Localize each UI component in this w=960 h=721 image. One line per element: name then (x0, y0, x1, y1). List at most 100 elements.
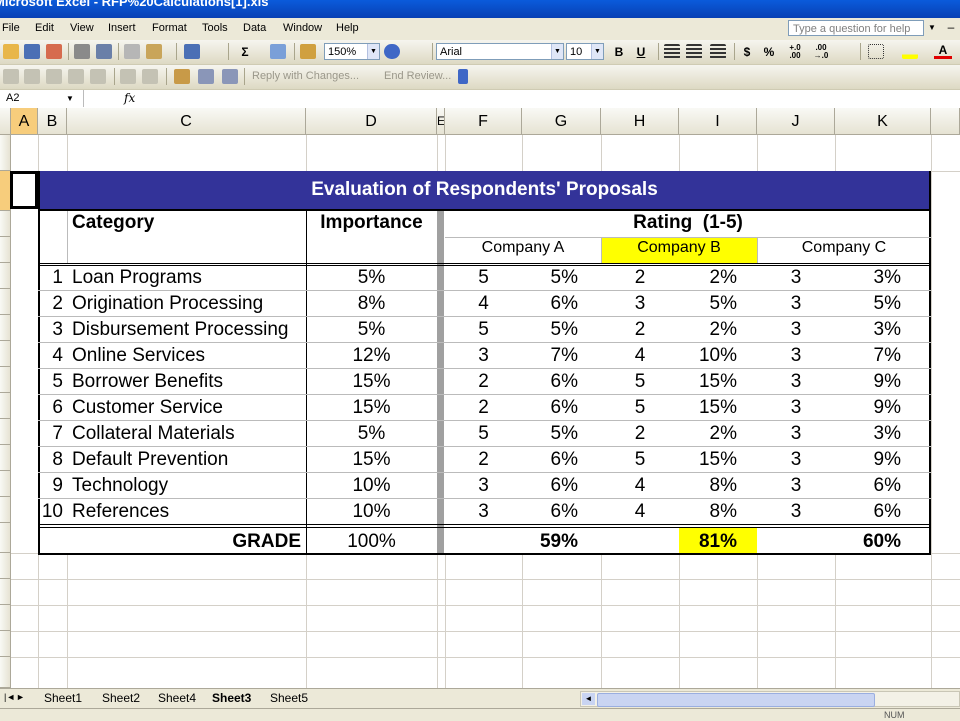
show-comment-icon[interactable] (68, 69, 84, 84)
row-header[interactable] (0, 263, 11, 289)
row-header[interactable] (0, 211, 11, 237)
reply-with-changes-button[interactable]: Reply with Changes... (252, 70, 359, 82)
row-header[interactable] (0, 289, 11, 315)
row-header[interactable] (0, 135, 11, 171)
sort-ascending-icon[interactable] (270, 44, 286, 59)
menu-help[interactable]: Help (336, 22, 359, 34)
column-header-c[interactable]: C (67, 108, 306, 135)
first-sheet-icon[interactable]: |◄ (4, 692, 15, 702)
borders-icon[interactable] (868, 44, 884, 59)
row-header[interactable] (0, 657, 11, 688)
minimize-workbook-button[interactable]: – (944, 20, 958, 36)
font-size-dropdown-arrow[interactable]: ▼ (591, 44, 603, 59)
worksheet-grid[interactable]: A B C D E F G H I J K Evaluation of Resp… (0, 108, 960, 688)
row-header[interactable] (0, 523, 11, 553)
print-preview-icon[interactable] (96, 44, 112, 59)
merge-center-icon[interactable] (710, 44, 726, 59)
scrollbar-thumb[interactable] (597, 693, 875, 707)
end-review-button[interactable]: End Review... (384, 70, 451, 82)
align-center-icon[interactable] (686, 44, 702, 59)
tab-sheet1[interactable]: Sheet1 (44, 690, 82, 706)
column-header-l[interactable] (931, 108, 960, 135)
tab-sheet5[interactable]: Sheet5 (270, 690, 308, 706)
column-header-e[interactable]: E (437, 108, 445, 135)
menu-data[interactable]: Data (243, 22, 266, 34)
fill-color-icon[interactable] (902, 44, 918, 59)
percent-button[interactable]: % (760, 44, 778, 60)
menu-view[interactable]: View (70, 22, 94, 34)
row-header[interactable] (0, 445, 11, 471)
copy-icon[interactable] (124, 44, 140, 59)
row-header[interactable] (0, 315, 11, 341)
row-header[interactable] (0, 497, 11, 523)
menu-format[interactable]: Format (152, 22, 187, 34)
menu-edit[interactable]: Edit (35, 22, 54, 34)
tab-sheet2[interactable]: Sheet2 (102, 690, 140, 706)
permission-icon[interactable] (46, 44, 62, 59)
next-comment-icon[interactable] (46, 69, 62, 84)
menu-file[interactable]: File (2, 22, 20, 34)
column-header-d[interactable]: D (306, 108, 437, 135)
menu-window[interactable]: Window (283, 22, 322, 34)
row-header[interactable] (0, 605, 11, 631)
font-color-icon[interactable]: A (934, 44, 952, 59)
column-header-f[interactable]: F (445, 108, 522, 135)
column-header-i[interactable]: I (679, 108, 757, 135)
chart-wizard-icon[interactable] (300, 44, 316, 59)
insert-function-icon[interactable]: fx (124, 91, 135, 105)
row-header[interactable] (0, 419, 11, 445)
tab-sheet4[interactable]: Sheet4 (158, 690, 196, 706)
scroll-left-icon[interactable]: ◄ (582, 693, 595, 705)
update-file-icon[interactable] (198, 69, 214, 84)
increase-decimal-icon[interactable]: +.0.00 (786, 44, 804, 60)
name-box[interactable]: A2 ▼ (0, 90, 84, 107)
send-mail-icon[interactable] (222, 69, 238, 84)
name-box-dropdown-arrow[interactable]: ▼ (66, 90, 74, 107)
column-header-a[interactable]: A (11, 108, 38, 135)
help-icon[interactable] (384, 44, 400, 59)
active-cell-a2[interactable] (10, 171, 38, 209)
zoom-dropdown-arrow[interactable]: ▼ (367, 44, 379, 59)
print-icon[interactable] (74, 44, 90, 59)
help-question-box[interactable]: Type a question for help (788, 20, 924, 36)
undo-icon[interactable] (184, 44, 200, 59)
align-left-icon[interactable] (664, 44, 680, 59)
column-header-j[interactable]: J (757, 108, 835, 135)
row-header[interactable] (0, 341, 11, 367)
horizontal-scrollbar[interactable]: ◄ (580, 691, 960, 707)
toolbar-options-icon[interactable] (458, 69, 468, 84)
zoom-select[interactable]: 150% ▼ (324, 43, 380, 60)
bold-button[interactable]: B (610, 44, 628, 60)
paste-icon[interactable] (146, 44, 162, 59)
save-icon[interactable] (24, 44, 40, 59)
tab-sheet3[interactable]: Sheet3 (212, 690, 251, 706)
column-header-g[interactable]: G (522, 108, 601, 135)
autosum-icon[interactable]: Σ (236, 44, 254, 60)
column-header-k[interactable]: K (835, 108, 931, 135)
menu-insert[interactable]: Insert (108, 22, 136, 34)
row-header[interactable] (0, 237, 11, 263)
font-dropdown-arrow[interactable]: ▼ (551, 44, 563, 59)
menu-tools[interactable]: Tools (202, 22, 228, 34)
help-dropdown-arrow[interactable]: ▼ (926, 20, 938, 36)
prev-comment-icon[interactable] (24, 69, 40, 84)
select-all-corner[interactable] (0, 108, 11, 135)
prev-sheet-icon[interactable]: ► (16, 692, 25, 702)
show-all-comments-icon[interactable] (90, 69, 106, 84)
decrease-decimal-icon[interactable]: .00 →.0 (812, 44, 830, 60)
row-header[interactable] (0, 471, 11, 497)
currency-button[interactable]: $ (738, 44, 756, 60)
font-name-select[interactable]: Arial ▼ (436, 43, 564, 60)
create-task-icon[interactable] (174, 69, 190, 84)
column-header-h[interactable]: H (601, 108, 679, 135)
row-header[interactable] (0, 393, 11, 419)
open-icon[interactable] (3, 44, 19, 59)
row-header[interactable] (0, 367, 11, 393)
column-header-b[interactable]: B (38, 108, 67, 135)
delete-comment-icon[interactable] (120, 69, 136, 84)
ink-icon[interactable] (142, 69, 158, 84)
new-comment-icon[interactable] (3, 69, 19, 84)
font-size-select[interactable]: 10 ▼ (566, 43, 604, 60)
row-header[interactable] (0, 631, 11, 657)
row-header[interactable] (0, 579, 11, 605)
